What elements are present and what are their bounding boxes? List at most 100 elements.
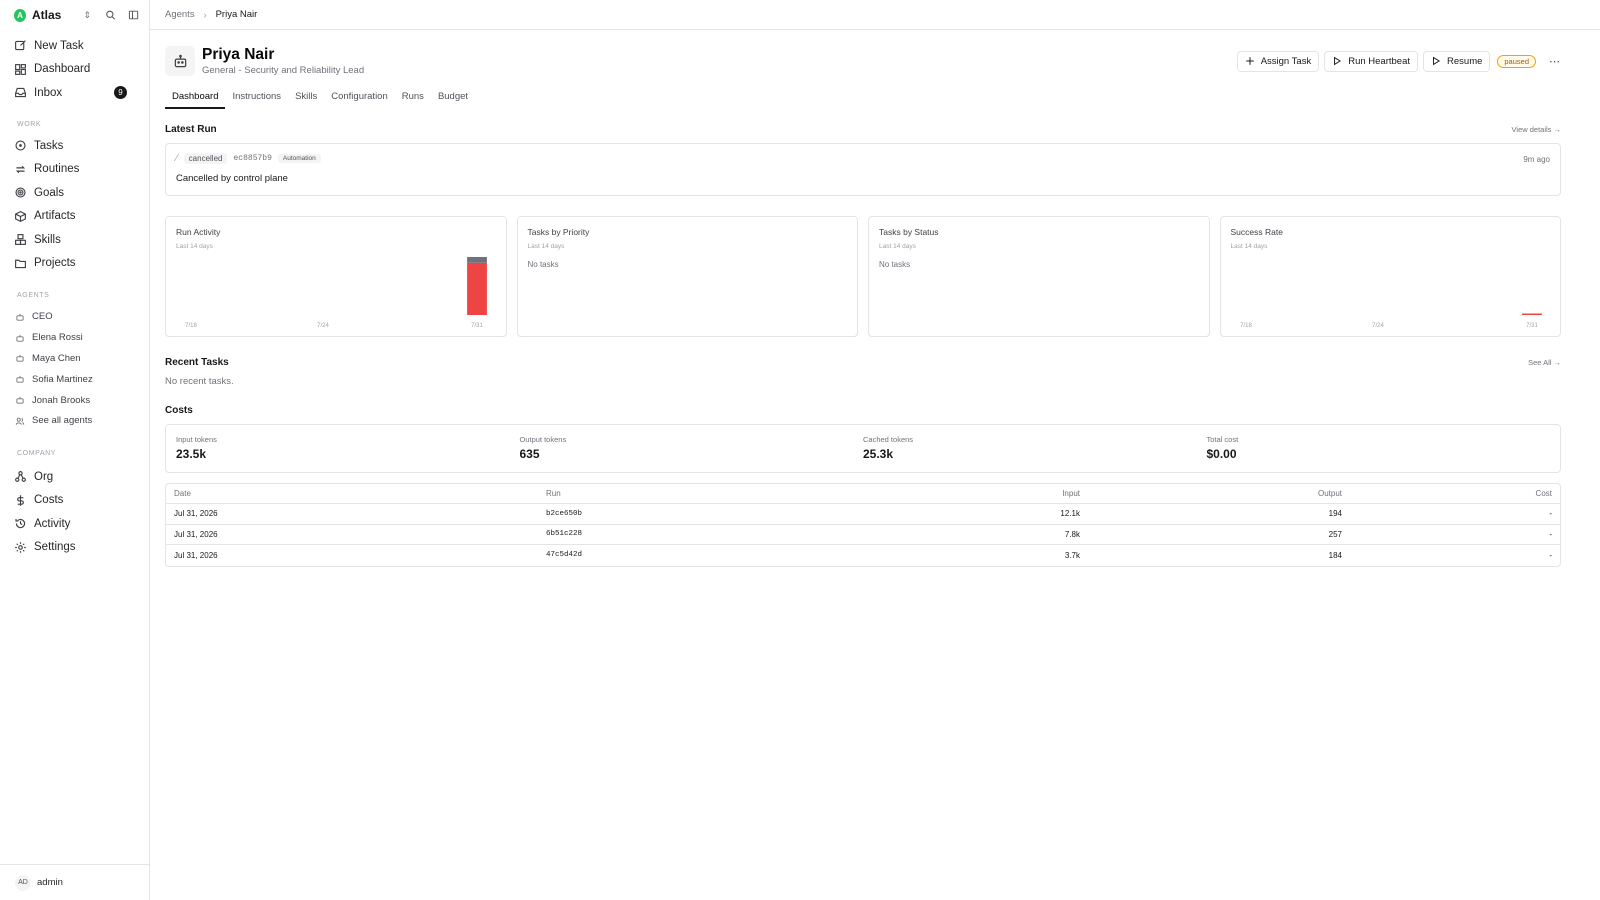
chart-title: Tasks by Priority xyxy=(527,227,590,237)
sidebar-item-org[interactable]: Org xyxy=(0,465,149,488)
sidebar-item-label: Routines xyxy=(34,163,80,175)
cell-run[interactable]: 47c5d42d xyxy=(538,545,898,566)
users-icon xyxy=(15,417,25,425)
cell-run[interactable]: b2ce650b xyxy=(538,504,898,525)
inbox-icon xyxy=(15,87,26,98)
see-all-agents-link[interactable]: See all agents xyxy=(0,410,149,431)
tab-dashboard[interactable]: Dashboard xyxy=(165,91,226,109)
run-heartbeat-button[interactable]: Run Heartbeat xyxy=(1324,50,1419,72)
stat-value: 635 xyxy=(519,447,540,461)
latest-run-card[interactable]: ⁄ cancelled ec8857b9 Automation 9m ago C… xyxy=(165,143,1561,196)
sidebar-agent-maya-chen[interactable]: Maya Chen xyxy=(0,348,149,369)
tasks-by-status-chart: Tasks by Status Last 14 days No tasks xyxy=(868,216,1210,337)
table-row[interactable]: Jul 31, 2026 b2ce650b 12.1k 194 - xyxy=(166,504,1560,525)
x-tick-label: 7/24 xyxy=(1372,323,1384,329)
status-badge: paused xyxy=(1497,54,1536,68)
sidebar-agent-ceo[interactable]: CEO xyxy=(0,307,149,328)
sidebar-agent-elena-rossi[interactable]: Elena Rossi xyxy=(0,327,149,348)
workspace-switcher[interactable]: A Atlas ⇕ xyxy=(0,0,149,30)
cell-output: 184 xyxy=(1328,550,1342,560)
chart-subtitle: Last 14 days xyxy=(527,243,565,250)
user-name: admin xyxy=(37,877,63,888)
chart-title: Tasks by Status xyxy=(879,227,939,237)
page-title: Priya Nair xyxy=(202,46,275,63)
sidebar-item-goals[interactable]: Goals xyxy=(0,181,149,204)
table-header-row: Date Run Input Output Cost xyxy=(166,484,1560,504)
sidebar-item-new-task[interactable]: New Task xyxy=(0,34,149,57)
x-tick-label: 7/31 xyxy=(1526,323,1538,329)
play-icon xyxy=(1334,56,1342,66)
table-row[interactable]: Jul 31, 2026 6b51c228 7.8k 257 - xyxy=(166,525,1560,545)
folder-icon xyxy=(15,259,26,268)
total-cost-stat: Total cost $0.00 xyxy=(1207,435,1551,462)
sidebar-agent-label: Sofia Martinez xyxy=(32,373,93,385)
sidebar: A Atlas ⇕ New Task Dashboard Inbox 9 WOR… xyxy=(0,0,150,900)
cell-output: 257 xyxy=(1088,525,1350,545)
cost-table: Date Run Input Output Cost Jul 31, 2026 … xyxy=(165,483,1561,567)
sidebar-item-dashboard[interactable]: Dashboard xyxy=(0,58,149,81)
cell-date: Jul 31, 2026 xyxy=(166,525,538,545)
sidebar-item-skills[interactable]: Skills xyxy=(0,228,149,251)
stat-value: 25.3k xyxy=(863,447,894,461)
sidebar-toggle-icon[interactable] xyxy=(128,9,139,21)
run-timestamp: 9m ago xyxy=(1523,155,1550,164)
see-all-tasks-link[interactable]: See All → xyxy=(1528,358,1561,367)
chevron-updown-icon[interactable]: ⇕ xyxy=(83,10,91,21)
cell-date: Jul 31, 2026 xyxy=(174,550,218,560)
cell-input: 3.7k xyxy=(1064,550,1080,560)
assign-task-button[interactable]: Assign Task xyxy=(1236,50,1320,72)
sidebar-item-inbox[interactable]: Inbox 9 xyxy=(0,81,149,104)
package-icon xyxy=(15,210,26,222)
search-icon[interactable] xyxy=(105,9,116,21)
chart-subtitle: Last 14 days xyxy=(176,243,213,250)
tab-configuration[interactable]: Configuration xyxy=(324,91,395,109)
resume-button[interactable]: Resume xyxy=(1423,50,1491,72)
bot-icon xyxy=(16,334,24,342)
assign-task-label: Assign Task xyxy=(1260,55,1312,67)
sidebar-item-activity[interactable]: Activity xyxy=(0,512,149,535)
table-row[interactable]: Jul 31, 2026 47c5d42d 3.7k 184 - xyxy=(166,545,1560,566)
run-message: Cancelled by control plane xyxy=(176,173,288,184)
view-details-link[interactable]: View details → xyxy=(1512,125,1561,134)
sidebar-item-label: Settings xyxy=(34,541,76,554)
sidebar-item-costs[interactable]: Costs xyxy=(0,489,149,512)
tab-skills[interactable]: Skills xyxy=(288,91,324,109)
dashboard-icon xyxy=(15,63,26,75)
sidebar-item-label: Artifacts xyxy=(34,210,76,222)
sidebar-agent-label: Maya Chen xyxy=(32,352,81,364)
sidebar-item-label: Inbox xyxy=(34,86,63,99)
bot-icon xyxy=(16,313,24,321)
stat-label: Input tokens xyxy=(176,435,217,444)
tab-budget[interactable]: Budget xyxy=(431,91,475,109)
sidebar-item-projects[interactable]: Projects xyxy=(0,252,149,275)
costs-title: Costs xyxy=(165,405,193,416)
org-icon xyxy=(15,471,26,483)
sidebar-agent-jonah-brooks[interactable]: Jonah Brooks xyxy=(0,390,149,411)
tab-runs[interactable]: Runs xyxy=(395,91,431,109)
resume-label: Resume xyxy=(1447,55,1483,67)
chevron-right-icon: › xyxy=(203,9,207,20)
sidebar-item-settings[interactable]: Settings xyxy=(0,536,149,559)
cached-tokens-stat: Cached tokens 25.3k xyxy=(863,435,1207,462)
sidebar-item-routines[interactable]: Routines xyxy=(0,158,149,181)
column-header-date: Date xyxy=(166,484,538,504)
user-menu[interactable]: AD admin xyxy=(0,864,149,900)
gear-icon xyxy=(15,542,26,553)
bot-icon xyxy=(16,355,24,363)
tab-instructions[interactable]: Instructions xyxy=(225,91,288,109)
sidebar-item-tasks[interactable]: Tasks xyxy=(0,134,149,157)
more-options-icon[interactable]: ⋯ xyxy=(1549,55,1561,68)
run-activity-plot: 7/18 7/24 7/31 xyxy=(185,257,487,329)
breadcrumb-agents-link[interactable]: Agents xyxy=(165,9,195,20)
repeat-icon xyxy=(15,165,26,173)
bot-icon xyxy=(16,376,24,383)
cell-run[interactable]: 6b51c228 xyxy=(538,525,898,545)
success-rate-plot: 7/18 7/24 7/31 xyxy=(1240,313,1542,329)
sidebar-item-label: New Task xyxy=(34,39,84,52)
chart-subtitle: Last 14 days xyxy=(879,243,916,250)
see-all-agents-label: See all agents xyxy=(32,415,93,427)
agent-subtitle: General - Security and Reliability Lead xyxy=(202,65,365,76)
sidebar-agent-sofia-martinez[interactable]: Sofia Martinez xyxy=(0,369,149,390)
sidebar-item-artifacts[interactable]: Artifacts xyxy=(0,205,149,228)
x-tick-label: 7/18 xyxy=(1240,323,1252,329)
